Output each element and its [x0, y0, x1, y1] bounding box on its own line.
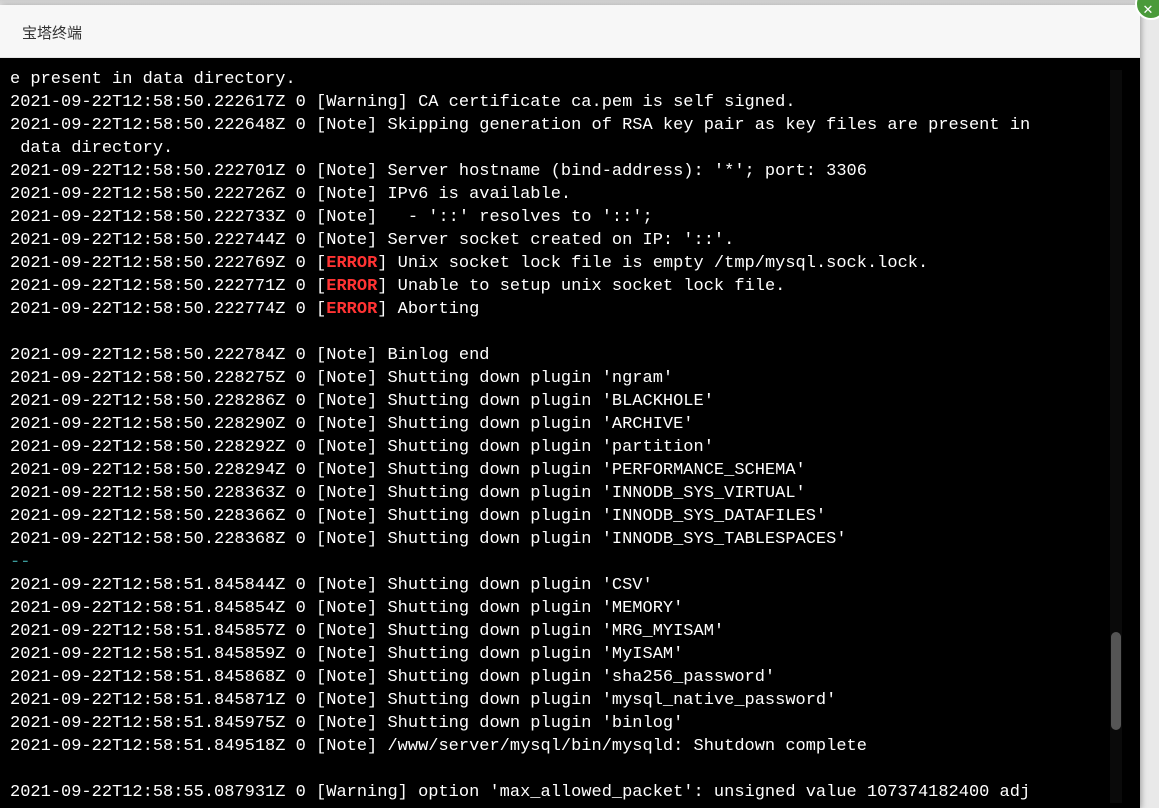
terminal-line: 2021-09-22T12:58:50.228368Z 0 [Note] Shu…	[10, 528, 1112, 551]
line-text: 2021-09-22T12:58:50.222726Z 0 [Note] IPv…	[10, 185, 572, 204]
line-text: 2021-09-22T12:58:51.845854Z 0 [Note] Shu…	[10, 599, 684, 618]
error-tag: ERROR	[326, 254, 378, 273]
terminal-scrollbar[interactable]	[1110, 70, 1122, 803]
terminal-line: 2021-09-22T12:58:50.222771Z 0 [ERROR] Un…	[10, 275, 1112, 298]
line-text: e present in data directory.	[10, 70, 296, 89]
line-text: 2021-09-22T12:58:50.222771Z 0 [	[10, 277, 327, 296]
dialog-title: 宝塔终端	[22, 24, 83, 42]
line-text: 2021-09-22T12:58:50.228363Z 0 [Note] Shu…	[10, 484, 806, 503]
terminal-line: 2021-09-22T12:58:51.845857Z 0 [Note] Shu…	[10, 620, 1112, 643]
line-text: 2021-09-22T12:58:50.228368Z 0 [Note] Shu…	[10, 530, 847, 549]
terminal-line: 2021-09-22T12:58:51.845844Z 0 [Note] Shu…	[10, 574, 1112, 597]
line-text: 2021-09-22T12:58:50.228286Z 0 [Note] Shu…	[10, 392, 714, 411]
line-text: 2021-09-22T12:58:51.849518Z 0 [Note] /ww…	[10, 737, 867, 756]
line-text: 2021-09-22T12:58:51.845868Z 0 [Note] Shu…	[10, 668, 776, 687]
terminal-line: 2021-09-22T12:58:50.222701Z 0 [Note] Ser…	[10, 160, 1112, 183]
terminal-line: 2021-09-22T12:58:50.222769Z 0 [ERROR] Un…	[10, 252, 1112, 275]
terminal-line: 2021-09-22T12:58:50.222784Z 0 [Note] Bin…	[10, 344, 1112, 367]
line-text: ] Aborting	[377, 300, 480, 319]
terminal-line: 2021-09-22T12:58:50.222648Z 0 [Note] Ski…	[10, 114, 1112, 137]
terminal-line: 2021-09-22T12:58:50.228290Z 0 [Note] Shu…	[10, 413, 1112, 436]
separator-text: --	[10, 553, 31, 572]
line-text: 2021-09-22T12:58:50.222769Z 0 [	[10, 254, 327, 273]
line-text: 2021-09-22T12:58:51.845975Z 0 [Note] Shu…	[10, 714, 684, 733]
terminal-line: 2021-09-22T12:58:50.228286Z 0 [Note] Shu…	[10, 390, 1112, 413]
line-text: 2021-09-22T12:58:50.228290Z 0 [Note] Shu…	[10, 415, 694, 434]
line-text: ] Unix socket lock file is empty /tmp/my…	[377, 254, 929, 273]
terminal-line: data directory.	[10, 137, 1112, 160]
line-text: 2021-09-22T12:58:50.222648Z 0 [Note] Ski…	[10, 116, 1031, 135]
line-text: 2021-09-22T12:58:50.228366Z 0 [Note] Shu…	[10, 507, 827, 526]
line-text: 2021-09-22T12:58:50.222701Z 0 [Note] Ser…	[10, 162, 867, 181]
terminal-line: 2021-09-22T12:58:51.845868Z 0 [Note] Shu…	[10, 666, 1112, 689]
terminal-line: 2021-09-22T12:58:50.222617Z 0 [Warning] …	[10, 91, 1112, 114]
line-text: 2021-09-22T12:58:51.845859Z 0 [Note] Shu…	[10, 645, 684, 664]
terminal-line: 2021-09-22T12:58:50.228294Z 0 [Note] Shu…	[10, 459, 1112, 482]
terminal-line: 2021-09-22T12:58:51.845871Z 0 [Note] Shu…	[10, 689, 1112, 712]
error-tag: ERROR	[326, 277, 378, 296]
line-text: data directory.	[10, 139, 174, 158]
terminal-line: 2021-09-22T12:58:50.222744Z 0 [Note] Ser…	[10, 229, 1112, 252]
terminal-line: 2021-09-22T12:58:50.222726Z 0 [Note] IPv…	[10, 183, 1112, 206]
terminal-line: 2021-09-22T12:58:50.222774Z 0 [ERROR] Ab…	[10, 298, 1112, 321]
dialog-titlebar[interactable]: 宝塔终端	[0, 5, 1140, 58]
terminal-line: 2021-09-22T12:58:50.222733Z 0 [Note] - '…	[10, 206, 1112, 229]
line-text: 2021-09-22T12:58:51.845844Z 0 [Note] Shu…	[10, 576, 653, 595]
line-text: 2021-09-22T12:58:50.228292Z 0 [Note] Shu…	[10, 438, 714, 457]
terminal-line: --	[10, 551, 1112, 574]
line-text: 2021-09-22T12:58:50.222744Z 0 [Note] Ser…	[10, 231, 735, 250]
line-text: 2021-09-22T12:58:50.228275Z 0 [Note] Shu…	[10, 369, 674, 388]
terminal-line: 2021-09-22T12:58:51.845975Z 0 [Note] Shu…	[10, 712, 1112, 735]
scrollbar-thumb[interactable]	[1111, 632, 1121, 730]
error-tag: ERROR	[326, 300, 378, 319]
line-text: ] Unable to setup unix socket lock file.	[377, 277, 786, 296]
terminal-line: 2021-09-22T12:58:51.849518Z 0 [Note] /ww…	[10, 735, 1112, 758]
terminal-lines: e present in data directory. 2021-09-22T1…	[10, 68, 1112, 804]
line-text: 2021-09-22T12:58:50.222774Z 0 [	[10, 300, 327, 319]
line-text: 2021-09-22T12:58:50.222617Z 0 [Warning] …	[10, 93, 796, 112]
terminal-line: e present in data directory.	[10, 68, 1112, 91]
line-text: 2021-09-22T12:58:50.222733Z 0 [Note] - '…	[10, 208, 653, 227]
line-text: 2021-09-22T12:58:51.845857Z 0 [Note] Shu…	[10, 622, 725, 641]
terminal-line: 2021-09-22T12:58:55.087931Z 0 [Warning] …	[10, 781, 1112, 804]
terminal-output[interactable]: e present in data directory. 2021-09-22T1…	[0, 58, 1140, 808]
terminal-dialog: 宝塔终端 e present in data directory. 2021-09…	[0, 5, 1140, 808]
line-text: 2021-09-22T12:58:51.845871Z 0 [Note] Shu…	[10, 691, 837, 710]
terminal-line: 2021-09-22T12:58:50.228292Z 0 [Note] Shu…	[10, 436, 1112, 459]
terminal-line: 2021-09-22T12:58:51.845854Z 0 [Note] Shu…	[10, 597, 1112, 620]
terminal-line: 2021-09-22T12:58:51.845859Z 0 [Note] Shu…	[10, 643, 1112, 666]
line-text: 2021-09-22T12:58:50.228294Z 0 [Note] Shu…	[10, 461, 806, 480]
terminal-line: 2021-09-22T12:58:50.228275Z 0 [Note] Shu…	[10, 367, 1112, 390]
terminal-line: 2021-09-22T12:58:50.228366Z 0 [Note] Shu…	[10, 505, 1112, 528]
terminal-line: 2021-09-22T12:58:50.228363Z 0 [Note] Shu…	[10, 482, 1112, 505]
line-text: 2021-09-22T12:58:55.087931Z 0 [Warning] …	[10, 783, 1031, 802]
line-text: 2021-09-22T12:58:50.222784Z 0 [Note] Bin…	[10, 346, 490, 365]
